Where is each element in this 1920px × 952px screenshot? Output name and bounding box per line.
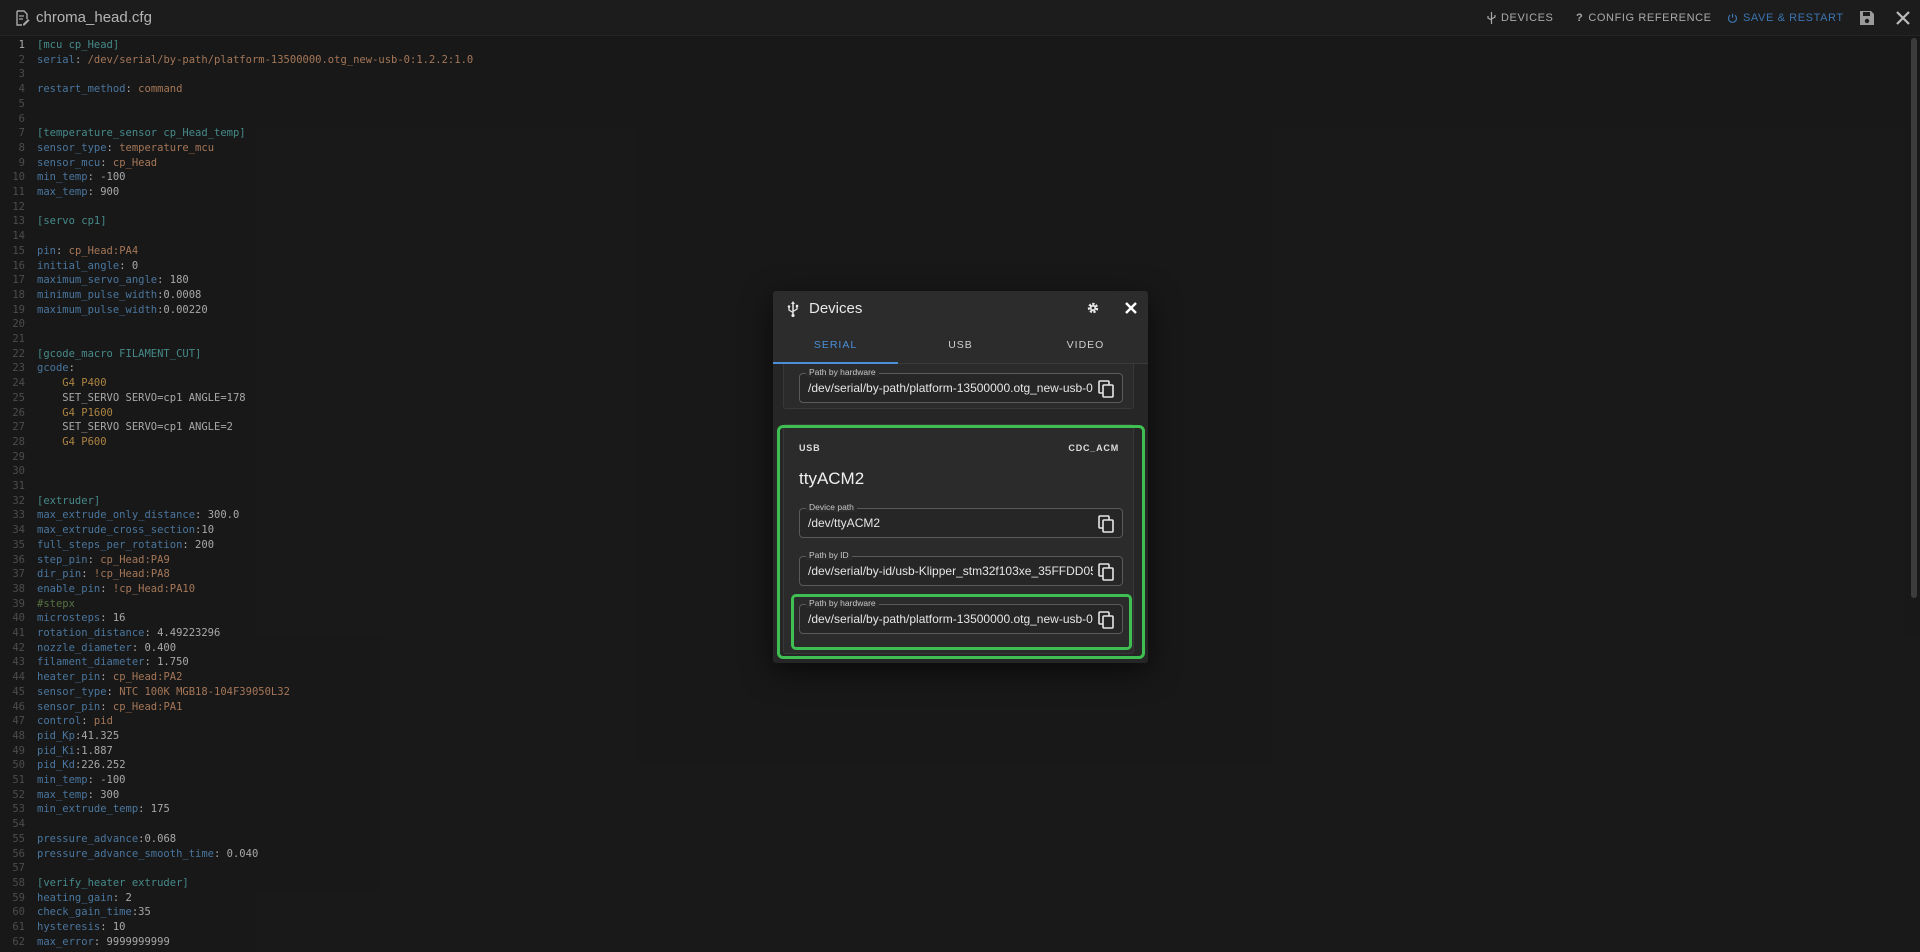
field-label: Path by hardware	[806, 598, 879, 608]
field-label: Device path	[806, 502, 857, 512]
path-by-hardware-field[interactable]: Path by hardware /dev/serial/by-path/pla…	[799, 367, 1123, 403]
device-card-ttyacm2: USB CDC_ACM ttyACM2 Device path /dev/tty…	[783, 424, 1134, 654]
device-name: ttyACM2	[799, 469, 865, 488]
copy-icon[interactable]	[1098, 611, 1114, 629]
gear-icon[interactable]	[1086, 301, 1100, 315]
device-list[interactable]: Path by hardware /dev/serial/by-path/pla…	[773, 364, 1148, 663]
copy-icon[interactable]	[1098, 380, 1114, 398]
field-value[interactable]: /dev/serial/by-path/platform-13500000.ot…	[808, 612, 1093, 626]
dialog-header: Devices	[773, 291, 1148, 326]
field-value[interactable]: /dev/serial/by-id/usb-Klipper_stm32f103x…	[808, 564, 1093, 578]
tab-serial[interactable]: SERIAL	[773, 326, 898, 364]
device-card-partial: Path by hardware /dev/serial/by-path/pla…	[783, 364, 1134, 409]
field-label: Path by hardware	[806, 367, 879, 377]
field-value[interactable]: /dev/ttyACM2	[808, 516, 1093, 530]
device-driver: CDC_ACM	[1068, 443, 1119, 453]
devices-dialog: Devices SERIAL USB VIDEO Path by hardwar…	[773, 291, 1148, 663]
path-by-hardware-field[interactable]: Path by hardware /dev/serial/by-path/pla…	[799, 598, 1123, 634]
device-path-field[interactable]: Device path /dev/ttyACM2	[799, 502, 1123, 538]
usb-icon	[787, 301, 799, 317]
field-value[interactable]: /dev/serial/by-path/platform-13500000.ot…	[808, 381, 1093, 395]
device-type: USB	[799, 443, 821, 453]
copy-icon[interactable]	[1098, 563, 1114, 581]
dialog-title: Devices	[809, 300, 863, 317]
tab-video[interactable]: VIDEO	[1023, 326, 1148, 364]
field-label: Path by ID	[806, 550, 852, 560]
tab-usb[interactable]: USB	[898, 326, 1023, 364]
path-by-id-field[interactable]: Path by ID /dev/serial/by-id/usb-Klipper…	[799, 550, 1123, 586]
close-icon[interactable]	[1123, 300, 1139, 316]
dialog-tabs: SERIAL USB VIDEO	[773, 326, 1148, 364]
copy-icon[interactable]	[1098, 515, 1114, 533]
